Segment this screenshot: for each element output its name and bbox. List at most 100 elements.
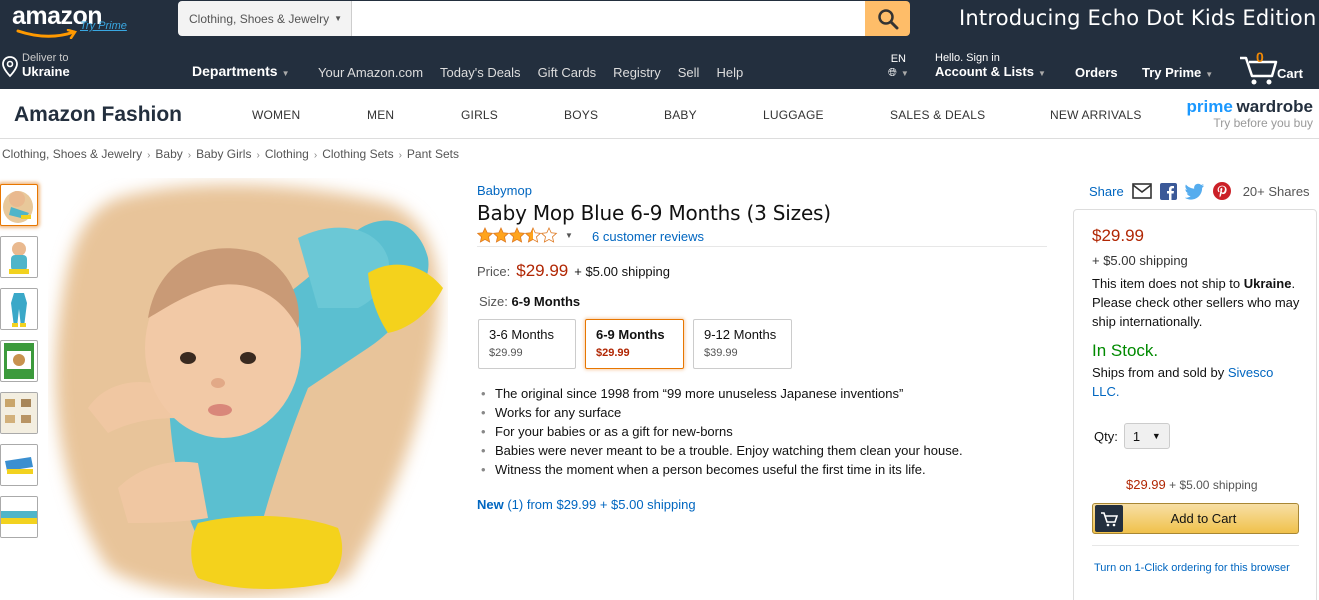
chevron-down-icon[interactable]: ▼ — [565, 231, 573, 240]
new-offers-label: New — [477, 497, 504, 512]
search-button[interactable] — [865, 1, 910, 36]
sign-in-greeting: Hello. Sign in — [935, 52, 1000, 64]
size-option-9-12[interactable]: 9-12 Months $39.99 — [693, 319, 792, 369]
price-row: Price: $29.99 + $5.00 shipping — [477, 261, 670, 281]
nav-link-registry[interactable]: Registry — [613, 65, 661, 80]
size-option-3-6[interactable]: 3-6 Months $29.99 — [478, 319, 576, 369]
twitter-icon[interactable] — [1184, 183, 1205, 200]
product-title: Baby Mop Blue 6-9 Months (3 Sizes) — [477, 201, 831, 225]
smile-icon — [16, 29, 77, 39]
search-input[interactable] — [352, 1, 865, 36]
search-bar: Clothing, Shoes & Jewelry ▼ — [178, 1, 910, 36]
departments-label: Departments — [192, 63, 278, 79]
chevron-down-icon: ▼ — [334, 14, 342, 23]
breadcrumb-item[interactable]: Clothing, Shoes & Jewelry — [2, 147, 142, 161]
promo-banner[interactable]: Introducing Echo Dot Kids Edition — [959, 6, 1316, 30]
shipping-cost: + $5.00 shipping — [574, 264, 671, 279]
thumbnail-2[interactable] — [0, 236, 38, 278]
globe-icon: 🌐︎ — [888, 67, 897, 79]
share-label[interactable]: Share — [1089, 184, 1124, 199]
star-rating[interactable] — [477, 226, 559, 244]
nav-link-sell[interactable]: Sell — [678, 65, 700, 80]
share-bar: Share 20+ Shares — [1089, 182, 1310, 200]
secondary-nav: Deliver to Ukraine Departments ▼ Your Ama… — [0, 44, 1319, 89]
new-offers-link[interactable]: New (1) from $29.99 + $5.00 shipping — [477, 497, 696, 512]
fashion-link-girls[interactable]: GIRLS — [461, 108, 498, 122]
feature-bullet: For your babies or as a gift for new-bor… — [479, 422, 963, 441]
fashion-link-sales-deals[interactable]: SALES & DEALS — [890, 108, 985, 122]
nav-link-todays-deals[interactable]: Today's Deals — [440, 65, 521, 80]
prime-wardrobe-logo[interactable]: prime wardrobe Try before you buy — [1185, 97, 1313, 130]
account-lists-label: Account & Lists — [935, 64, 1034, 79]
summary-price: $29.99 — [1126, 477, 1166, 492]
search-category-dropdown[interactable]: Clothing, Shoes & Jewelry ▼ — [178, 1, 352, 36]
chevron-down-icon: ▼ — [281, 69, 290, 78]
in-stock-status: In Stock. — [1092, 341, 1159, 360]
size-option-6-9[interactable]: 6-9 Months $29.99 — [585, 319, 684, 369]
fashion-link-men[interactable]: MEN — [367, 108, 394, 122]
breadcrumb-item[interactable]: Baby Girls — [196, 147, 251, 161]
top-nav: amazon Try Prime Clothing, Shoes & Jewel… — [0, 0, 1319, 44]
cart-count: 0 — [1256, 49, 1264, 65]
breadcrumb-item[interactable]: Pant Sets — [407, 147, 459, 161]
fashion-link-boys[interactable]: BOYS — [564, 108, 598, 122]
account-menu[interactable]: Hello. Sign in Account & Lists ▼ — [935, 52, 1046, 82]
chevron-down-icon: ▼ — [1037, 69, 1046, 78]
deliver-country: Ukraine — [22, 64, 70, 79]
nav-link-your-amazon[interactable]: Your Amazon.com — [318, 65, 423, 80]
amazon-logo[interactable]: amazon Try Prime — [12, 2, 142, 42]
add-to-cart-label: Add to Cart — [1170, 511, 1237, 526]
language-selector[interactable]: EN 🌐︎ ▼ — [888, 52, 909, 81]
cart-button[interactable]: 0 Cart — [1238, 48, 1318, 86]
chevron-down-icon: ▼ — [1151, 431, 1161, 441]
thumbnail-4[interactable] — [0, 340, 38, 382]
star-rating-icon — [477, 227, 557, 243]
customer-reviews-link[interactable]: 6 customer reviews — [592, 229, 704, 244]
chevron-down-icon: ▼ — [900, 69, 909, 78]
breadcrumb: Clothing, Shoes & Jewelry › Baby › Baby Girl… — [2, 147, 459, 161]
facebook-icon[interactable] — [1159, 182, 1177, 200]
fashion-link-new-arrivals[interactable]: NEW ARRIVALS — [1050, 108, 1142, 122]
one-click-link[interactable]: Turn on 1-Click ordering for this browse… — [1094, 562, 1290, 574]
email-icon[interactable] — [1131, 183, 1152, 199]
quantity-value: 1 — [1132, 428, 1141, 444]
buy-box: $29.99 + $5.00 shipping This item does n… — [1073, 209, 1317, 600]
orders-link[interactable]: Orders — [1075, 65, 1118, 80]
size-option-name: 9-12 Months — [704, 327, 777, 342]
product-main-image[interactable] — [48, 178, 448, 598]
quantity-select[interactable]: 1 ▼ — [1123, 423, 1170, 449]
fashion-link-luggage[interactable]: LUGGAGE — [763, 108, 824, 122]
breadcrumb-item[interactable]: Clothing — [265, 147, 309, 161]
add-to-cart-button[interactable]: Add to Cart — [1092, 503, 1299, 534]
note-country: Ukraine — [1243, 276, 1292, 291]
thumbnail-5[interactable] — [0, 392, 38, 434]
try-prime-link[interactable]: Try Prime — [80, 20, 127, 32]
try-prime-menu[interactable]: Try Prime ▼ — [1142, 65, 1213, 80]
feature-bullet: The original since 1998 from “99 more un… — [479, 384, 963, 403]
brand-link[interactable]: Babymop — [477, 183, 532, 198]
chevron-right-icon: › — [187, 150, 192, 161]
fashion-link-baby[interactable]: BABY — [664, 108, 697, 122]
cart-label: Cart — [1277, 66, 1304, 81]
search-icon — [877, 8, 898, 29]
breadcrumb-item[interactable]: Baby — [155, 147, 182, 161]
thumbnail-1[interactable] — [0, 184, 38, 226]
thumbnail-7[interactable] — [0, 496, 38, 538]
pinterest-icon[interactable] — [1212, 182, 1231, 200]
buybox-shipping: + $5.00 shipping — [1092, 253, 1188, 268]
amazon-fashion-title[interactable]: Amazon Fashion — [14, 103, 182, 127]
thumbnail-6[interactable] — [0, 444, 38, 486]
fashion-link-women[interactable]: WOMEN — [252, 108, 300, 122]
thumbnail-3[interactable] — [0, 288, 38, 330]
deliver-to[interactable]: Deliver to Ukraine — [2, 52, 70, 80]
nav-link-help[interactable]: Help — [716, 65, 743, 80]
chevron-right-icon: › — [398, 150, 402, 161]
size-option-price: $39.99 — [704, 347, 738, 359]
departments-menu[interactable]: Departments ▼ — [192, 63, 290, 79]
size-option-price: $29.99 — [489, 347, 523, 359]
summary-shipping: + $5.00 shipping — [1169, 478, 1258, 492]
breadcrumb-item[interactable]: Clothing Sets — [322, 147, 393, 161]
share-count: 20+ Shares — [1242, 183, 1310, 199]
nav-link-gift-cards[interactable]: Gift Cards — [538, 65, 597, 80]
quantity-label: Qty: — [1094, 428, 1118, 444]
